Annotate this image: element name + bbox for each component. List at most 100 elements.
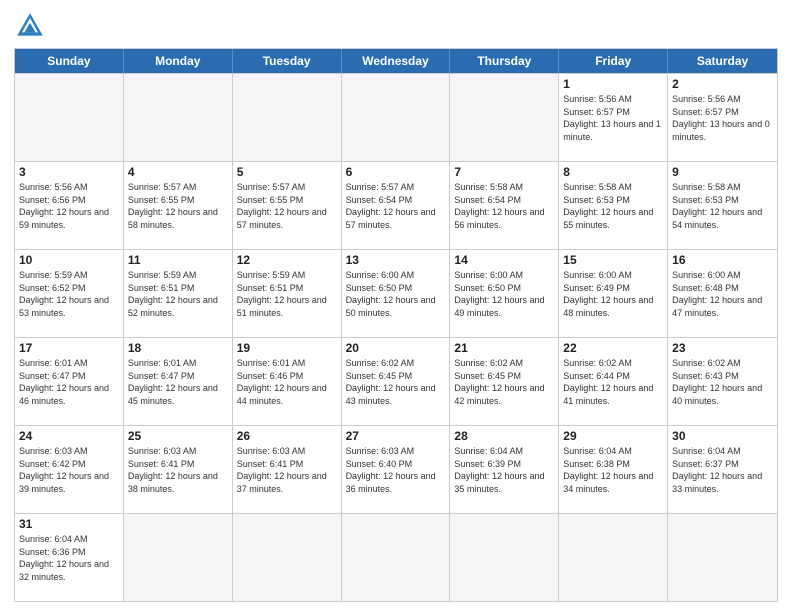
- day-info: Sunrise: 6:04 AMSunset: 6:36 PMDaylight:…: [19, 533, 119, 583]
- day-info: Sunrise: 5:59 AMSunset: 6:51 PMDaylight:…: [128, 269, 228, 319]
- day-info: Sunrise: 6:02 AMSunset: 6:45 PMDaylight:…: [454, 357, 554, 407]
- calendar-row-1: 3 Sunrise: 5:56 AMSunset: 6:56 PMDaylight…: [15, 161, 777, 249]
- calendar-cell: [15, 74, 124, 161]
- day-number: 5: [237, 165, 337, 179]
- calendar-cell: 27 Sunrise: 6:03 AMSunset: 6:40 PMDayligh…: [342, 426, 451, 513]
- calendar-header: SundayMondayTuesdayWednesdayThursdayFrid…: [15, 49, 777, 73]
- day-info: Sunrise: 6:00 AMSunset: 6:50 PMDaylight:…: [454, 269, 554, 319]
- day-number: 16: [672, 253, 773, 267]
- calendar-cell: 11Sunrise: 5:59 AMSunset: 6:51 PMDayligh…: [124, 250, 233, 337]
- header-day-saturday: Saturday: [668, 49, 777, 73]
- day-info: Sunrise: 6:03 AMSunset: 6:42 PMDaylight:…: [19, 445, 119, 495]
- page: SundayMondayTuesdayWednesdayThursdayFrid…: [0, 0, 792, 612]
- day-number: 20: [346, 341, 446, 355]
- calendar-cell: [450, 514, 559, 601]
- day-info: Sunrise: 6:03 AMSunset: 6:41 PMDaylight:…: [128, 445, 228, 495]
- day-number: 17: [19, 341, 119, 355]
- calendar-cell: 7Sunrise: 5:58 AMSunset: 6:54 PMDaylight…: [450, 162, 559, 249]
- calendar-cell: [450, 74, 559, 161]
- calendar-cell: 14 Sunrise: 6:00 AMSunset: 6:50 PMDayligh…: [450, 250, 559, 337]
- day-number: 19: [237, 341, 337, 355]
- day-info: Sunrise: 6:03 AMSunset: 6:41 PMDaylight:…: [237, 445, 337, 495]
- day-info: Sunrise: 5:58 AMSunset: 6:53 PMDaylight:…: [563, 181, 663, 231]
- calendar-cell: 22Sunrise: 6:02 AMSunset: 6:44 PMDayligh…: [559, 338, 668, 425]
- calendar-cell: 16 Sunrise: 6:00 AMSunset: 6:48 PMDayligh…: [668, 250, 777, 337]
- calendar-cell: 18 Sunrise: 6:01 AMSunset: 6:47 PMDayligh…: [124, 338, 233, 425]
- calendar-cell: 25Sunrise: 6:03 AMSunset: 6:41 PMDayligh…: [124, 426, 233, 513]
- calendar-cell: 15Sunrise: 6:00 AMSunset: 6:49 PMDayligh…: [559, 250, 668, 337]
- day-info: Sunrise: 5:58 AMSunset: 6:53 PMDaylight:…: [672, 181, 773, 231]
- day-info: Sunrise: 5:56 AMSunset: 6:56 PMDaylight:…: [19, 181, 119, 231]
- calendar-cell: [342, 514, 451, 601]
- calendar-cell: 20 Sunrise: 6:02 AMSunset: 6:45 PMDayligh…: [342, 338, 451, 425]
- day-number: 3: [19, 165, 119, 179]
- day-number: 12: [237, 253, 337, 267]
- day-number: 30: [672, 429, 773, 443]
- header-day-friday: Friday: [559, 49, 668, 73]
- calendar-cell: [559, 514, 668, 601]
- day-info: Sunrise: 6:04 AMSunset: 6:39 PMDaylight:…: [454, 445, 554, 495]
- calendar-row-5: 31 Sunrise: 6:04 AMSunset: 6:36 PMDayligh…: [15, 513, 777, 601]
- calendar-cell: 26Sunrise: 6:03 AMSunset: 6:41 PMDayligh…: [233, 426, 342, 513]
- day-info: Sunrise: 5:59 AMSunset: 6:52 PMDaylight:…: [19, 269, 119, 319]
- day-number: 24: [19, 429, 119, 443]
- day-number: 27: [346, 429, 446, 443]
- day-info: Sunrise: 6:02 AMSunset: 6:45 PMDaylight:…: [346, 357, 446, 407]
- header: [14, 10, 778, 42]
- day-info: Sunrise: 6:00 AMSunset: 6:50 PMDaylight:…: [346, 269, 446, 319]
- calendar-cell: 13 Sunrise: 6:00 AMSunset: 6:50 PMDayligh…: [342, 250, 451, 337]
- day-info: Sunrise: 6:04 AMSunset: 6:37 PMDaylight:…: [672, 445, 773, 495]
- calendar-cell: 9 Sunrise: 5:58 AMSunset: 6:53 PMDaylight…: [668, 162, 777, 249]
- calendar-cell: [342, 74, 451, 161]
- day-info: Sunrise: 6:04 AMSunset: 6:38 PMDaylight:…: [563, 445, 663, 495]
- calendar-cell: 10 Sunrise: 5:59 AMSunset: 6:52 PMDayligh…: [15, 250, 124, 337]
- day-number: 1: [563, 77, 663, 91]
- header-day-sunday: Sunday: [15, 49, 124, 73]
- calendar-cell: [124, 74, 233, 161]
- day-number: 13: [346, 253, 446, 267]
- calendar-row-3: 17 Sunrise: 6:01 AMSunset: 6:47 PMDayligh…: [15, 337, 777, 425]
- header-day-wednesday: Wednesday: [342, 49, 451, 73]
- day-info: Sunrise: 5:57 AMSunset: 6:55 PMDaylight:…: [128, 181, 228, 231]
- day-info: Sunrise: 6:00 AMSunset: 6:49 PMDaylight:…: [563, 269, 663, 319]
- calendar-cell: 30 Sunrise: 6:04 AMSunset: 6:37 PMDayligh…: [668, 426, 777, 513]
- day-number: 14: [454, 253, 554, 267]
- day-info: Sunrise: 5:57 AMSunset: 6:55 PMDaylight:…: [237, 181, 337, 231]
- day-info: Sunrise: 6:02 AMSunset: 6:43 PMDaylight:…: [672, 357, 773, 407]
- calendar-cell: [233, 514, 342, 601]
- header-day-tuesday: Tuesday: [233, 49, 342, 73]
- calendar-cell: 8Sunrise: 5:58 AMSunset: 6:53 PMDaylight…: [559, 162, 668, 249]
- day-number: 31: [19, 517, 119, 531]
- logo: [14, 10, 50, 42]
- calendar-cell: 3 Sunrise: 5:56 AMSunset: 6:56 PMDaylight…: [15, 162, 124, 249]
- day-number: 9: [672, 165, 773, 179]
- calendar-cell: 24 Sunrise: 6:03 AMSunset: 6:42 PMDayligh…: [15, 426, 124, 513]
- calendar-cell: 31 Sunrise: 6:04 AMSunset: 6:36 PMDayligh…: [15, 514, 124, 601]
- calendar-cell: [124, 514, 233, 601]
- day-info: Sunrise: 5:56 AMSunset: 6:57 PMDaylight:…: [672, 93, 773, 143]
- day-info: Sunrise: 6:00 AMSunset: 6:48 PMDaylight:…: [672, 269, 773, 319]
- day-number: 18: [128, 341, 228, 355]
- day-number: 4: [128, 165, 228, 179]
- calendar-cell: [668, 514, 777, 601]
- day-info: Sunrise: 6:03 AMSunset: 6:40 PMDaylight:…: [346, 445, 446, 495]
- calendar-cell: 17 Sunrise: 6:01 AMSunset: 6:47 PMDayligh…: [15, 338, 124, 425]
- calendar-cell: 6Sunrise: 5:57 AMSunset: 6:54 PMDaylight…: [342, 162, 451, 249]
- calendar-row-0: 1 Sunrise: 5:56 AMSunset: 6:57 PMDaylight…: [15, 73, 777, 161]
- day-info: Sunrise: 5:56 AMSunset: 6:57 PMDaylight:…: [563, 93, 663, 143]
- day-info: Sunrise: 6:01 AMSunset: 6:47 PMDaylight:…: [128, 357, 228, 407]
- day-info: Sunrise: 6:01 AMSunset: 6:47 PMDaylight:…: [19, 357, 119, 407]
- calendar: SundayMondayTuesdayWednesdayThursdayFrid…: [14, 48, 778, 602]
- calendar-cell: 2Sunrise: 5:56 AMSunset: 6:57 PMDaylight…: [668, 74, 777, 161]
- calendar-cell: 19Sunrise: 6:01 AMSunset: 6:46 PMDayligh…: [233, 338, 342, 425]
- calendar-cell: 21Sunrise: 6:02 AMSunset: 6:45 PMDayligh…: [450, 338, 559, 425]
- day-info: Sunrise: 5:58 AMSunset: 6:54 PMDaylight:…: [454, 181, 554, 231]
- header-day-thursday: Thursday: [450, 49, 559, 73]
- calendar-cell: 12Sunrise: 5:59 AMSunset: 6:51 PMDayligh…: [233, 250, 342, 337]
- calendar-cell: 5 Sunrise: 5:57 AMSunset: 6:55 PMDaylight…: [233, 162, 342, 249]
- day-number: 6: [346, 165, 446, 179]
- day-number: 23: [672, 341, 773, 355]
- calendar-cell: 23 Sunrise: 6:02 AMSunset: 6:43 PMDayligh…: [668, 338, 777, 425]
- day-number: 10: [19, 253, 119, 267]
- calendar-cell: 28Sunrise: 6:04 AMSunset: 6:39 PMDayligh…: [450, 426, 559, 513]
